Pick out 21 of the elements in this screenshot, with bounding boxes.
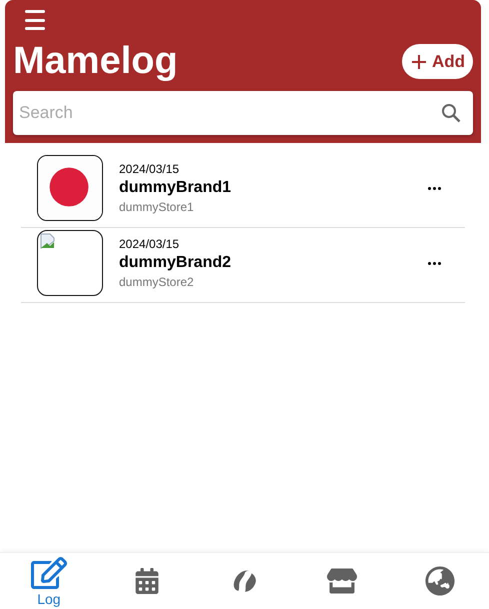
store-icon — [327, 566, 358, 596]
calendar-icon — [134, 568, 160, 594]
brand-name: dummyBrand1 — [119, 179, 232, 197]
search-field[interactable]: Search — [13, 91, 473, 135]
brand-name: dummyBrand2 — [119, 254, 232, 272]
edit-icon — [30, 555, 67, 591]
store-name: dummyStore1 — [119, 200, 195, 214]
store-name: dummyStore2 — [119, 275, 195, 289]
broken-image-icon — [40, 233, 56, 249]
log-entry[interactable]: 2024/03/15 dummyBrand1 dummyStore1 — [21, 153, 465, 228]
coffee-bean-icon — [231, 568, 258, 594]
log-entry[interactable]: 2024/03/15 dummyBrand2 dummyStore2 — [21, 228, 465, 303]
add-button[interactable]: Add — [402, 44, 473, 79]
entry-date: 2024/03/15 — [119, 237, 180, 251]
entry-date: 2024/03/15 — [119, 162, 180, 176]
menu-icon[interactable] — [23, 8, 47, 32]
search-icon — [441, 103, 461, 123]
app-title: Mamelog — [13, 40, 178, 83]
globe-icon — [425, 566, 456, 596]
nav-tab[interactable]: Log — [0, 553, 98, 609]
plus-icon — [412, 54, 426, 68]
